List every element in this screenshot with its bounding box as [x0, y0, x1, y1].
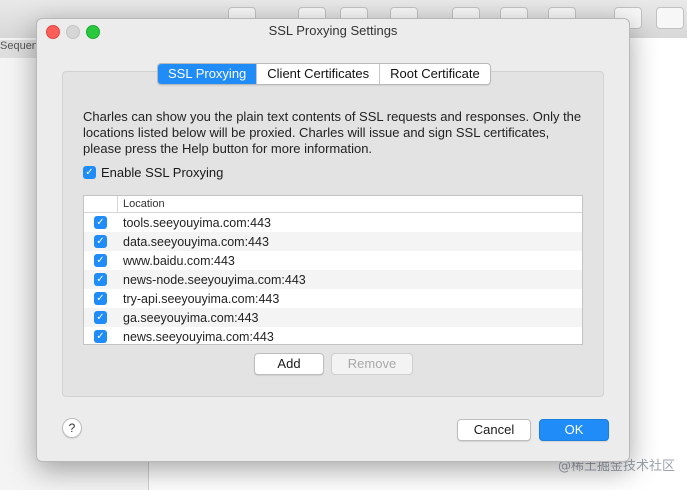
help-button[interactable]: ?	[62, 418, 82, 438]
header-location-column[interactable]: Location	[118, 196, 165, 212]
row-location: news.seeyouyima.com:443	[123, 329, 274, 344]
description-text: Charles can show you the plain text cont…	[83, 109, 582, 156]
table-row[interactable]: ✓ www.baidu.com:443	[84, 251, 582, 270]
table-row[interactable]: ✓ news.seeyouyima.com:443	[84, 327, 582, 344]
header-check-column[interactable]	[84, 196, 118, 212]
table-row[interactable]: ✓ news-node.seeyouyima.com:443	[84, 270, 582, 289]
row-checkbox[interactable]: ✓	[94, 292, 107, 305]
enable-ssl-proxying-label[interactable]: Enable SSL Proxying	[101, 165, 223, 180]
row-checkbox[interactable]: ✓	[94, 254, 107, 267]
settings-tabs: SSL Proxying Client Certificates Root Ce…	[157, 63, 491, 85]
ssl-proxying-dialog: SSL Proxying Settings SSL Proxying Clien…	[36, 18, 630, 462]
row-location: news-node.seeyouyima.com:443	[123, 272, 306, 287]
row-location: data.seeyouyima.com:443	[123, 234, 269, 249]
table-row[interactable]: ✓ data.seeyouyima.com:443	[84, 232, 582, 251]
row-location: ga.seeyouyima.com:443	[123, 310, 259, 325]
tab-ssl-proxying[interactable]: SSL Proxying	[158, 64, 258, 84]
cancel-button[interactable]: Cancel	[457, 419, 531, 441]
row-checkbox[interactable]: ✓	[94, 311, 107, 324]
row-checkbox[interactable]: ✓	[94, 216, 107, 229]
table-row[interactable]: ✓ try-api.seeyouyima.com:443	[84, 289, 582, 308]
location-table: Location ✓ tools.seeyouyima.com:443 ✓ da…	[83, 195, 583, 345]
checkmark-icon[interactable]: ✓	[83, 166, 96, 179]
toolbar-settings-icon[interactable]	[656, 7, 684, 29]
maximize-window-icon[interactable]	[86, 25, 100, 39]
table-header: Location	[84, 196, 582, 213]
minimize-window-icon	[66, 25, 80, 39]
sequence-tab[interactable]: Sequen	[0, 40, 41, 58]
row-checkbox[interactable]: ✓	[94, 235, 107, 248]
row-location: www.baidu.com:443	[123, 253, 235, 268]
table-row[interactable]: ✓ ga.seeyouyima.com:443	[84, 308, 582, 327]
enable-ssl-proxying-checkbox[interactable]: ✓ Enable SSL Proxying	[83, 165, 223, 180]
dialog-title: SSL Proxying Settings	[268, 23, 398, 38]
table-row[interactable]: ✓ tools.seeyouyima.com:443	[84, 213, 582, 232]
row-location: tools.seeyouyima.com:443	[123, 215, 271, 230]
remove-button[interactable]: Remove	[331, 353, 413, 375]
ok-button[interactable]: OK	[539, 419, 609, 441]
row-checkbox[interactable]: ✓	[94, 330, 107, 343]
add-button[interactable]: Add	[254, 353, 324, 375]
dialog-titlebar: SSL Proxying Settings	[37, 19, 629, 43]
tab-client-certificates[interactable]: Client Certificates	[257, 64, 381, 84]
tab-root-certificate[interactable]: Root Certificate	[380, 64, 490, 84]
close-window-icon[interactable]	[46, 25, 60, 39]
row-location: try-api.seeyouyima.com:443	[123, 291, 280, 306]
row-checkbox[interactable]: ✓	[94, 273, 107, 286]
